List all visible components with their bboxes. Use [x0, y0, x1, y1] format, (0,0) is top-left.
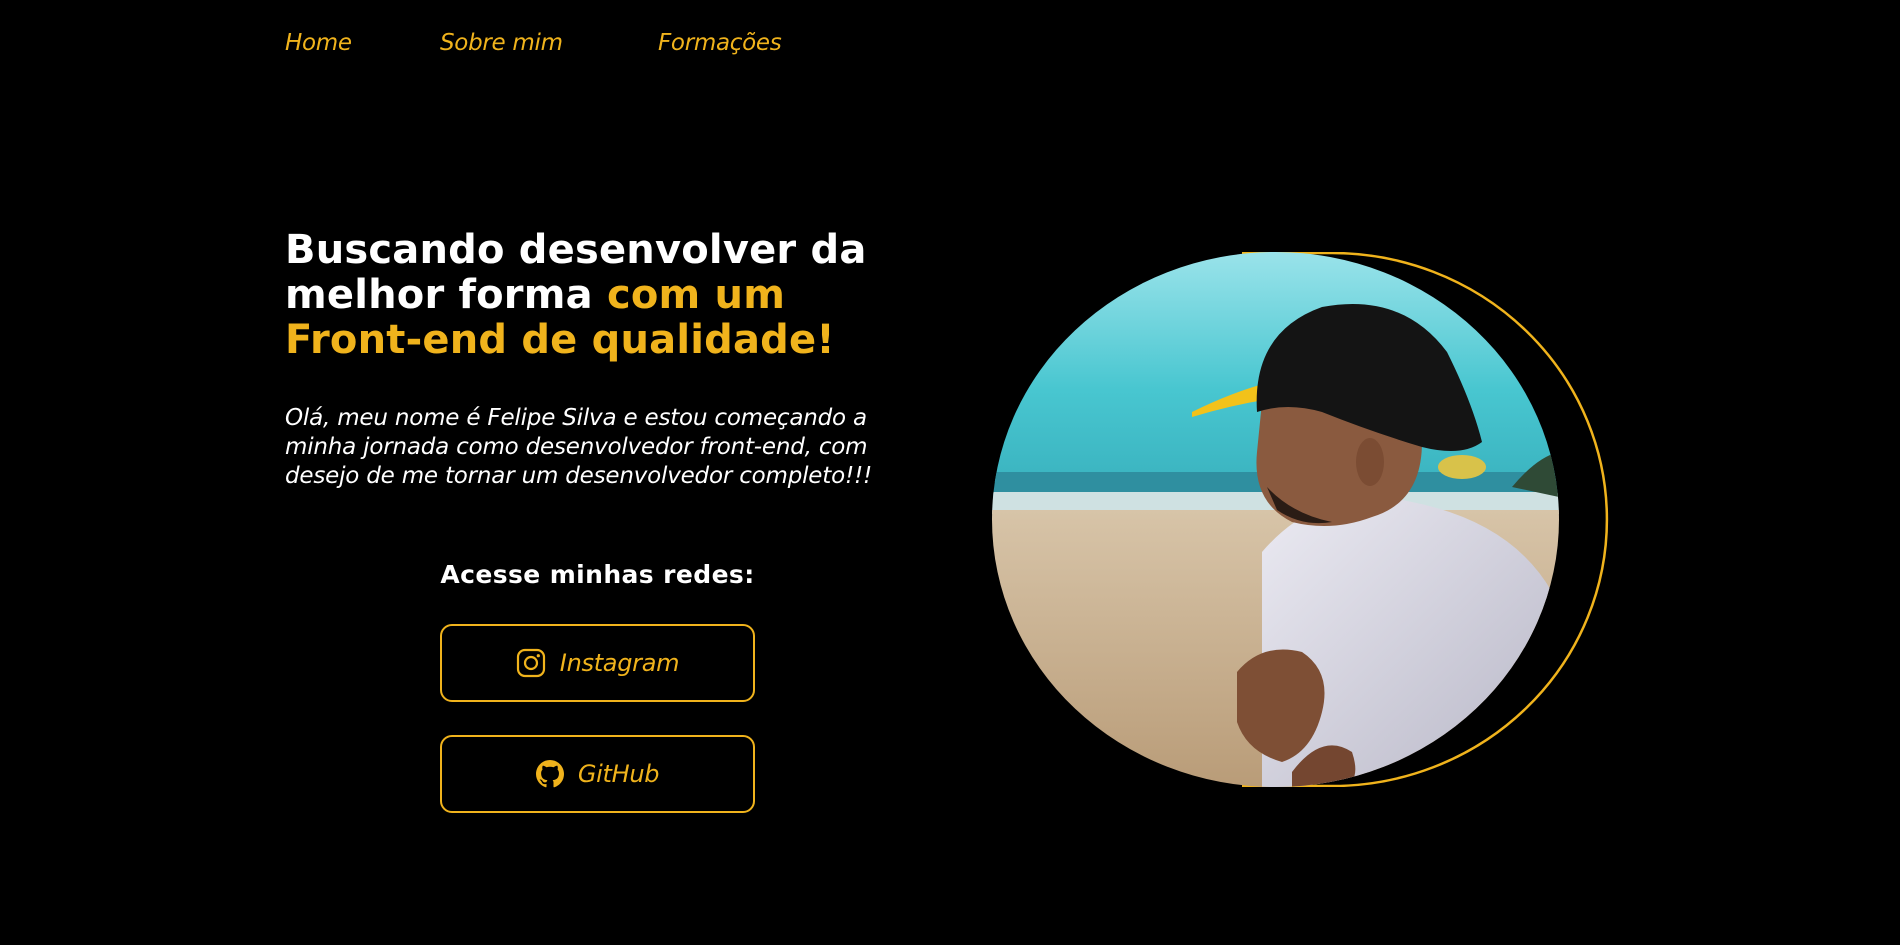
profile-photo-container — [992, 252, 1619, 787]
social-title: Acesse minhas redes: — [440, 560, 755, 589]
top-nav: Home Sobre mim Formações — [285, 30, 818, 56]
profile-photo — [992, 252, 1559, 787]
nav-link-formacoes[interactable]: Formações — [658, 30, 818, 56]
page: Home Sobre mim Formações Buscando desenv… — [0, 0, 1900, 945]
nav-link-home[interactable]: Home — [285, 30, 440, 56]
github-icon — [535, 760, 564, 788]
nav-link-sobre-mim[interactable]: Sobre mim — [440, 30, 658, 56]
instagram-icon — [516, 648, 546, 678]
github-button-label: GitHub — [577, 760, 660, 788]
hero-headline: Buscando desenvolver da melhor forma com… — [285, 228, 935, 363]
github-button[interactable]: GitHub — [440, 735, 755, 813]
instagram-button-label: Instagram — [559, 649, 680, 677]
intro-text: Olá, meu nome é Felipe Silva e estou com… — [285, 405, 873, 489]
instagram-button[interactable]: Instagram — [440, 624, 755, 702]
